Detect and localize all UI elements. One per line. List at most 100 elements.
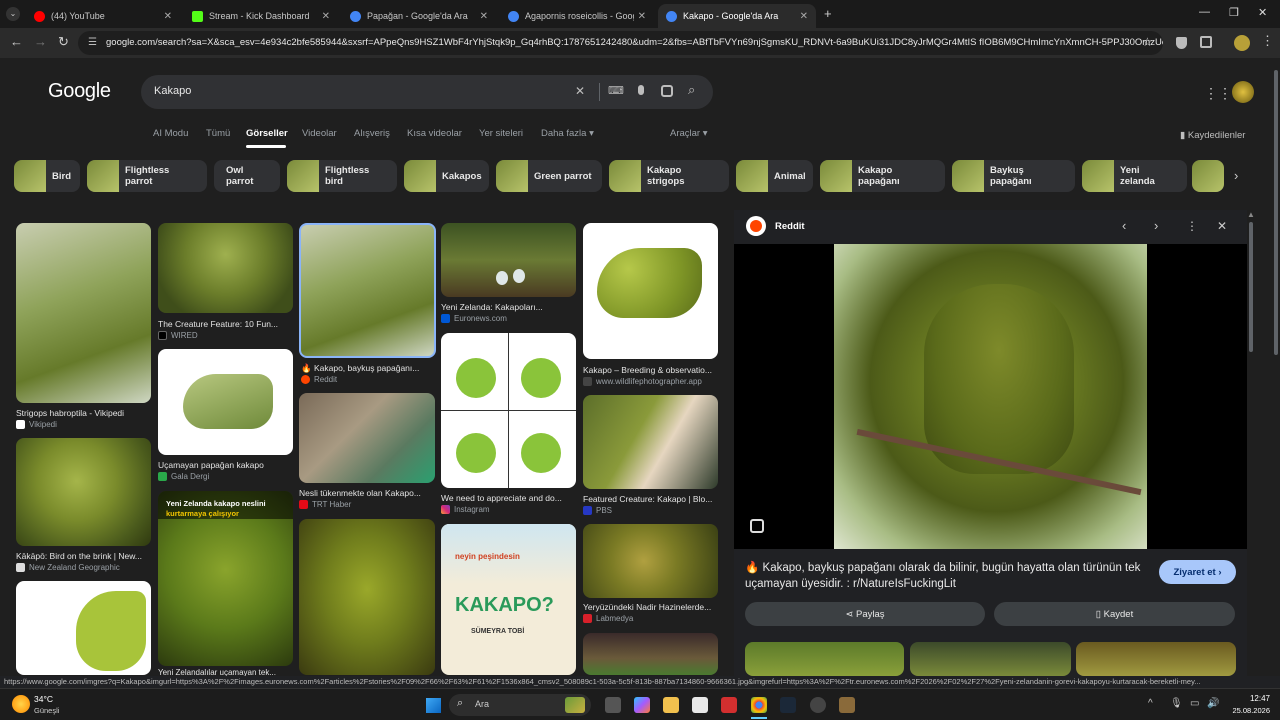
result-image[interactable]: Yeni Zelanda kakapo neslini kurtarmaya ç… <box>158 491 293 666</box>
lens-icon[interactable] <box>661 85 673 97</box>
profile-avatar[interactable] <box>1234 35 1250 51</box>
result-source[interactable]: Reddit <box>301 375 337 384</box>
result-caption[interactable]: 🔥 Kakapo, baykuş papağanı... <box>301 363 436 374</box>
result-source[interactable]: Vikipedi <box>16 420 57 429</box>
tab-images[interactable]: Görseller <box>246 128 288 139</box>
extensions-icon[interactable] <box>1200 36 1212 48</box>
result-caption[interactable]: Featured Creature: Kakapo | Blo... <box>583 494 718 504</box>
tools-button[interactable]: Araçlar ▾ <box>670 128 708 139</box>
result-image[interactable] <box>441 333 576 488</box>
chip-bird[interactable]: Bird <box>14 160 80 192</box>
panel-site-name[interactable]: Reddit <box>775 221 805 232</box>
search-icon[interactable]: ⌕ <box>688 82 695 98</box>
chip-animal[interactable]: Animal <box>736 160 813 192</box>
copilot-icon[interactable] <box>634 697 650 713</box>
panel-scroll-up-icon[interactable]: ▲ <box>1247 210 1255 219</box>
display-icon[interactable]: ▭ <box>1190 698 1199 709</box>
result-caption[interactable]: We need to appreciate and do... <box>441 493 576 503</box>
result-caption[interactable]: Kakapo – Breeding & observatio... <box>583 365 718 375</box>
tab-kakapo[interactable]: Kakapo - Google'da Ara ✕ <box>658 4 816 28</box>
chip-yeni-zelanda[interactable]: Yeni zelanda <box>1082 160 1187 192</box>
chip-kakapo-strigops[interactable]: Kakapo strigops <box>609 160 729 192</box>
result-source[interactable]: www.wildlifephotographer.app <box>583 377 702 386</box>
chevron-right-icon[interactable]: › <box>1234 168 1238 183</box>
tab-papagan[interactable]: Papağan - Google'da Ara ✕ <box>342 4 496 28</box>
tab-all[interactable]: Tümü <box>206 128 230 139</box>
steam-icon[interactable] <box>780 697 796 713</box>
share-button[interactable]: ⋖ Paylaş <box>745 602 985 626</box>
result-image[interactable] <box>16 223 151 403</box>
lens-search-icon[interactable] <box>750 519 764 533</box>
tab-more[interactable]: Daha fazla ▾ <box>541 128 594 139</box>
close-icon[interactable]: ✕ <box>638 11 646 22</box>
result-image-selected[interactable] <box>299 223 436 358</box>
tab-web[interactable]: Yer siteleri <box>479 128 523 139</box>
store-icon[interactable] <box>692 697 708 713</box>
related-image[interactable] <box>1076 642 1236 676</box>
maximize-button[interactable]: ❐ <box>1229 6 1239 19</box>
chip-green-parrot[interactable]: Green parrot <box>496 160 602 192</box>
result-image[interactable] <box>583 395 718 489</box>
reload-button[interactable]: ↻ <box>58 34 69 50</box>
result-image[interactable] <box>583 633 718 675</box>
chrome-icon[interactable] <box>751 697 767 713</box>
result-image[interactable] <box>16 581 151 675</box>
result-source[interactable]: PBS <box>583 506 612 515</box>
back-button[interactable]: ← <box>10 34 23 49</box>
panel-title[interactable]: 🔥 Kakapo, baykuş papağanı olarak da bili… <box>745 560 1145 592</box>
chip-owl-parrot[interactable]: Owl parrot <box>214 160 280 192</box>
app-icon[interactable] <box>721 697 737 713</box>
tab-videos[interactable]: Videolar <box>302 128 337 139</box>
page-scrollbar-thumb[interactable] <box>1274 70 1278 355</box>
tab-ai-mode[interactable]: AI Modu <box>153 128 188 139</box>
chip-partial[interactable] <box>1192 160 1224 192</box>
result-source[interactable]: Gala Dergi <box>158 472 209 481</box>
microphone-icon[interactable]: 🎙 <box>1170 698 1183 709</box>
clock-time[interactable]: 12:47 <box>1226 694 1270 703</box>
clock-date[interactable]: 25.08.2026 <box>1226 706 1270 715</box>
previous-icon[interactable]: ‹ <box>1122 218 1126 233</box>
visit-button[interactable]: Ziyaret et › <box>1159 560 1236 584</box>
result-source[interactable]: Euronews.com <box>441 314 507 323</box>
chip-kakapos[interactable]: Kakapos <box>404 160 489 192</box>
search-input[interactable]: Kakapo <box>154 85 191 97</box>
tab-shopping[interactable]: Alışveriş <box>354 128 390 139</box>
shield-extension-icon[interactable] <box>1176 37 1187 49</box>
close-window-button[interactable]: ✕ <box>1258 6 1267 19</box>
taskbar-search[interactable]: ⌕ Ara <box>449 694 591 716</box>
close-icon[interactable]: ✕ <box>322 11 330 22</box>
result-image[interactable] <box>299 393 435 483</box>
result-source[interactable]: New Zealand Geographic <box>16 563 120 572</box>
site-info-icon[interactable]: ☰ <box>88 31 97 55</box>
result-caption[interactable]: Yeryüzündeki Nadir Hazinelerde... <box>583 602 718 612</box>
apps-grid-icon[interactable]: ⋮⋮ <box>1204 85 1232 102</box>
panel-scrollbar[interactable] <box>1249 222 1253 352</box>
file-explorer-icon[interactable] <box>663 697 679 713</box>
result-image[interactable]: neyin peşindesin KAKAPO? SÜMEYRA TOBİ <box>441 524 576 675</box>
tab-short-videos[interactable]: Kısa videolar <box>407 128 462 139</box>
minimize-button[interactable]: — <box>1199 6 1210 18</box>
keyboard-icon[interactable]: ⌨ <box>608 84 624 97</box>
menu-icon[interactable]: ⋮ <box>1261 33 1274 49</box>
result-image[interactable] <box>441 223 576 297</box>
clear-icon[interactable]: ✕ <box>575 84 585 98</box>
result-image[interactable] <box>299 519 435 675</box>
result-caption[interactable]: Yeni Zelanda: Kakapoları... <box>441 302 576 312</box>
result-caption[interactable]: Uçamayan papağan kakapo <box>158 460 293 470</box>
chip-flightless-parrot[interactable]: Flightless parrot <box>87 160 207 192</box>
bookmark-star-icon[interactable]: ☆ <box>1142 35 1153 49</box>
chip-flightless-bird[interactable]: Flightless bird <box>287 160 397 192</box>
preview-image[interactable] <box>834 244 1147 549</box>
next-icon[interactable]: › <box>1154 218 1158 233</box>
discord-icon[interactable] <box>810 697 826 713</box>
weather-temp[interactable]: 34°C <box>34 694 53 704</box>
tab-search-button[interactable]: ⌄ <box>6 7 20 21</box>
account-avatar[interactable] <box>1232 81 1254 103</box>
chip-baykus-papagani[interactable]: Baykuş papağanı <box>952 160 1075 192</box>
windows-start-icon[interactable] <box>426 698 441 713</box>
more-options-icon[interactable]: ⋮ <box>1186 219 1198 233</box>
result-image[interactable] <box>583 223 718 359</box>
tray-chevron-icon[interactable]: ^ <box>1148 698 1153 709</box>
new-tab-button[interactable]: + <box>824 6 832 21</box>
tab-kick[interactable]: Stream - Kick Dashboard ✕ <box>184 4 338 28</box>
